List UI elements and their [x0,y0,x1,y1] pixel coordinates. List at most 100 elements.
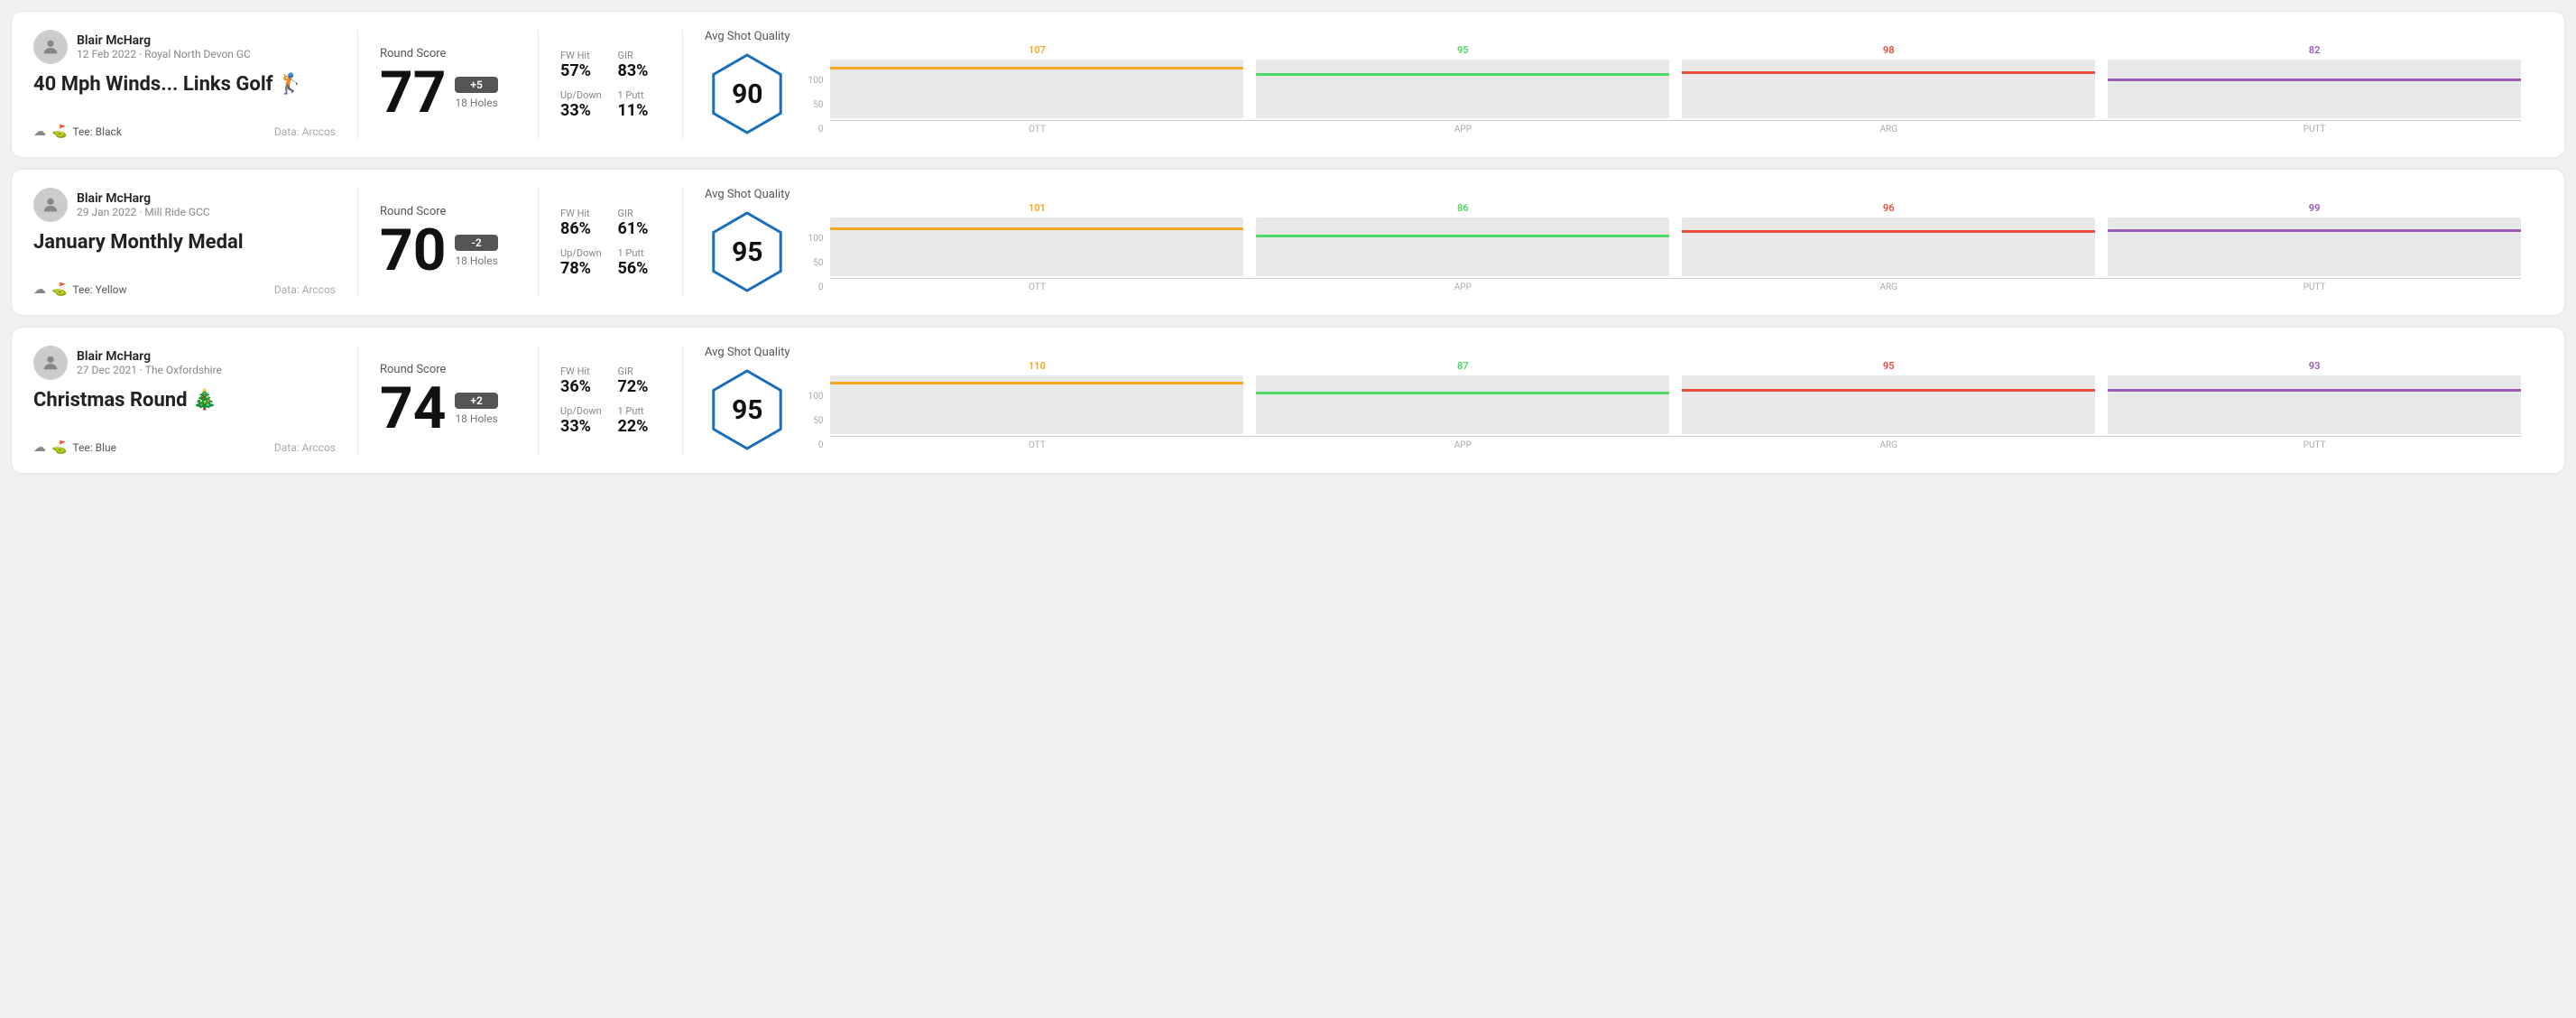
chart-label-putt: PUTT [2108,282,2521,292]
stats-section: FW Hit 36% GIR 72% Up/Down 33% 1 Putt 22… [539,346,683,455]
updown-value: 78% [560,259,604,278]
data-source: Data: Arccos [274,125,336,138]
fw-hit-value: 57% [560,61,604,80]
bar-group-app: 95 [1256,44,1669,118]
bag-icon: ⛳ [51,440,67,455]
bar-group-putt: 82 [2108,44,2521,118]
gir-value: 72% [618,377,661,396]
gir-label: GIR [618,366,661,377]
tee-label: Tee: Blue [72,441,116,454]
avatar [33,30,68,64]
y-label-100: 100 [808,234,824,244]
tee-info: ☁ ⛳ Tee: Yellow [33,282,127,297]
oneputt-value: 22% [618,417,661,436]
fw-hit-label: FW Hit [560,208,604,219]
score-number: 77 [380,64,446,122]
user-row: Blair McHarg 27 Dec 2021 · The Oxfordshi… [33,346,336,380]
user-info: Blair McHarg 27 Dec 2021 · The Oxfordshi… [77,349,222,376]
updown-value: 33% [560,101,604,120]
user-name: Blair McHarg [77,191,210,206]
score-diff: -2 [455,235,497,251]
cloud-icon: ☁ [33,440,46,455]
round-card-round3: Blair McHarg 27 Dec 2021 · The Oxfordshi… [11,327,2565,474]
bar-group-arg: 96 [1682,202,2095,276]
bar-top-value-putt: 93 [2309,360,2321,372]
bar-group-ott: 110 [830,360,1243,434]
bar-bg-ott [830,217,1243,276]
bar-bg-app [1256,217,1669,276]
user-info: Blair McHarg 29 Jan 2022 · Mill Ride GCC [77,191,210,218]
chart-label-arg: ARG [1682,125,2095,134]
oneputt-stat: 1 Putt 56% [618,247,661,278]
user-row: Blair McHarg 29 Jan 2022 · Mill Ride GCC [33,188,336,222]
oneputt-stat: 1 Putt 22% [618,405,661,436]
quality-label: Avg Shot Quality [705,346,790,359]
holes-text: 18 Holes [455,412,497,425]
user-name: Blair McHarg [77,349,222,364]
user-row: Blair McHarg 12 Feb 2022 · Royal North D… [33,30,336,64]
score-row: 74 +2 18 Holes [380,380,516,438]
gir-stat: GIR 83% [618,50,661,80]
chart-label-app: APP [1256,125,1669,134]
chart-label-ott: OTT [830,282,1243,292]
score-section: Round Score 77 +5 18 Holes [358,30,539,139]
round-card-round2: Blair McHarg 29 Jan 2022 · Mill Ride GCC… [11,169,2565,316]
hex-score: 95 [732,236,762,268]
left-section-round3: Blair McHarg 27 Dec 2021 · The Oxfordshi… [33,346,358,455]
oneputt-value: 56% [618,259,661,278]
data-source: Data: Arccos [274,441,336,454]
bar-bg-ott [830,375,1243,434]
round-card-round1: Blair McHarg 12 Feb 2022 · Royal North D… [11,11,2565,158]
bar-bg-putt [2108,217,2521,276]
score-row: 70 -2 18 Holes [380,222,516,280]
hexagon-container: 90 [706,49,788,139]
chart-labels: OTTAPPARGPUTT [830,282,2521,292]
updown-stat: Up/Down 33% [560,89,604,120]
quality-label: Avg Shot Quality [705,188,790,201]
score-section: Round Score 74 +2 18 Holes [358,346,539,455]
bar-chart: 100 50 0 110 87 [808,351,2521,450]
chart-label-arg: ARG [1682,440,2095,450]
bar-bg-app [1256,60,1669,118]
avatar [33,188,68,222]
user-date: 27 Dec 2021 · The Oxfordshire [77,364,222,376]
hexagon-container: 95 [706,365,788,455]
chart-y-labels: 100 50 0 [808,76,824,134]
gir-stat: GIR 72% [618,366,661,396]
updown-label: Up/Down [560,247,604,259]
bar-group-app: 87 [1256,360,1669,434]
y-label-0: 0 [808,440,824,450]
bar-top-value-putt: 99 [2309,202,2321,214]
chart-y-labels: 100 50 0 [808,234,824,292]
bar-top-value-app: 86 [1457,202,1469,214]
gir-label: GIR [618,50,661,61]
quality-left: Avg Shot Quality 95 [705,346,790,455]
y-label-0: 0 [808,125,824,134]
bag-icon: ⛳ [51,125,67,139]
chart-label-ott: OTT [830,125,1243,134]
score-badge: -2 18 Holes [455,235,497,267]
tee-info: ☁ ⛳ Tee: Black [33,125,122,139]
tee-info: ☁ ⛳ Tee: Blue [33,440,116,455]
bar-bg-app [1256,375,1669,434]
stats-grid: FW Hit 36% GIR 72% Up/Down 33% 1 Putt 22… [560,366,660,436]
y-label-50: 50 [808,416,824,426]
score-badge: +2 18 Holes [455,393,497,425]
fw-hit-stat: FW Hit 86% [560,208,604,238]
quality-left: Avg Shot Quality 95 [705,188,790,297]
score-number: 74 [380,380,446,438]
round-title: 40 Mph Winds... Links Golf 🏌️ [33,73,336,97]
bottom-row: ☁ ⛳ Tee: Black Data: Arccos [33,125,336,139]
bar-bg-putt [2108,60,2521,118]
score-diff: +2 [455,393,497,409]
bar-chart: 100 50 0 101 86 [808,193,2521,292]
bar-top-value-arg: 95 [1883,360,1895,372]
fw-hit-label: FW Hit [560,50,604,61]
left-section-round2: Blair McHarg 29 Jan 2022 · Mill Ride GCC… [33,188,358,297]
quality-section: Avg Shot Quality 95 100 50 0 [683,346,2543,455]
bar-top-value-app: 95 [1457,44,1469,56]
bar-top-value-arg: 98 [1883,44,1895,56]
bar-bg-arg [1682,60,2095,118]
bar-bg-ott [830,60,1243,118]
bar-bg-putt [2108,375,2521,434]
